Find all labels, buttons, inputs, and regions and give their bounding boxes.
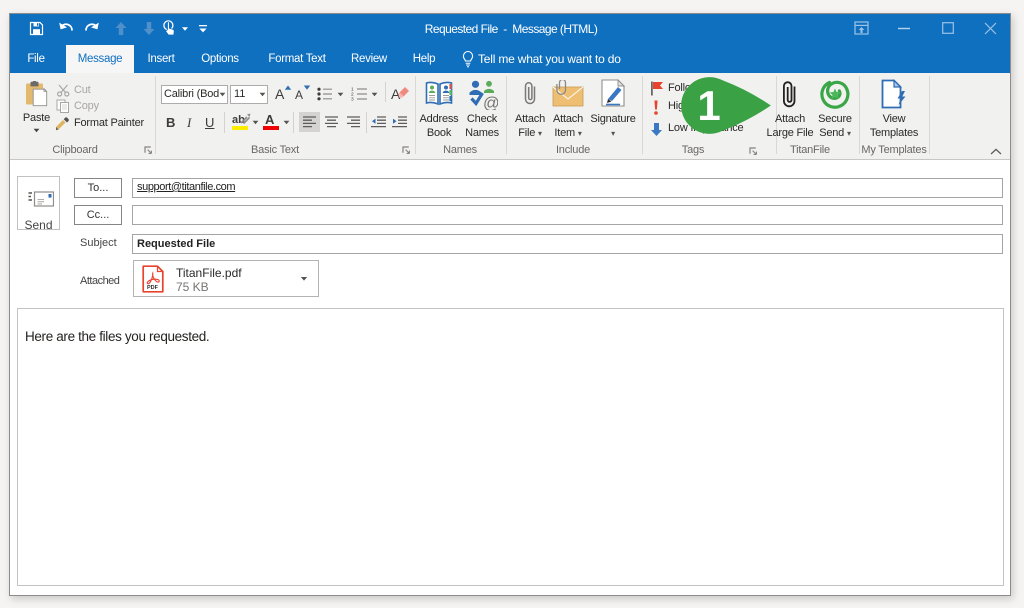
svg-text:3: 3 [351,97,354,101]
svg-text:1: 1 [697,82,720,129]
svg-text:@: @ [483,95,498,111]
svg-text:PDF: PDF [147,285,159,291]
